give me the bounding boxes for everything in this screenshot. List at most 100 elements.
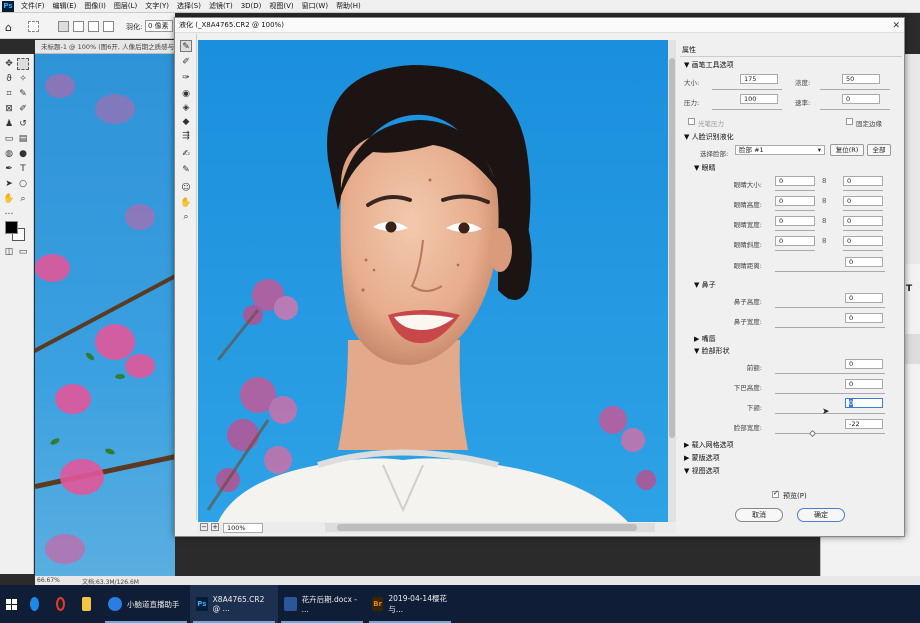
eye-right-input[interactable]: 0 [843,216,883,226]
eye-right-slider[interactable] [843,210,883,211]
crop-tool-icon[interactable]: ⌗ [3,88,15,100]
brush-rate-slider[interactable] [820,109,890,110]
start-button[interactable] [0,585,24,623]
brush-size-slider[interactable] [712,89,782,90]
lasso-tool-icon[interactable]: ϑ [3,73,15,85]
view-section-toggle[interactable]: ▼ 视图选项 [684,466,720,476]
menu-help[interactable]: 帮助(H) [332,1,365,11]
zoom-tool-icon[interactable]: ⌕ [17,193,29,205]
forward-warp-icon[interactable]: ✎ [180,40,192,52]
eye-left-input[interactable]: 0 [775,236,815,246]
document-canvas[interactable] [35,54,175,576]
home-icon[interactable]: ⌂ [5,21,12,34]
chin-height-slider[interactable] [775,393,885,394]
brush-density-input[interactable]: 50 [842,74,880,84]
screen-mode-icon[interactable]: ▭ [17,246,29,258]
eye-right-slider[interactable] [843,250,883,251]
taskbar-photoshop[interactable]: Ps X8A4765.CR2 @ ... [190,585,278,623]
eye-left-slider[interactable] [775,190,815,191]
pen-tool-icon[interactable]: ✒ [3,163,15,175]
cancel-button[interactable]: 取消 [735,508,783,522]
frame-tool-icon[interactable]: ⊠ [3,103,15,115]
face-width-slider[interactable] [775,433,885,434]
nose-height-slider[interactable] [775,307,885,308]
nose-height-input[interactable]: 0 [845,293,883,303]
face-width-knob[interactable] [808,429,817,438]
taskbar-edge[interactable] [24,585,50,623]
subtract-selection-icon[interactable] [88,21,99,32]
forehead-slider[interactable] [775,373,885,374]
eyedropper-icon[interactable]: ✎ [17,88,29,100]
foreground-color-swatch[interactable] [5,221,18,234]
gradient-tool-icon[interactable]: ▤ [17,133,29,145]
stylus-pressure-checkbox[interactable] [688,118,695,125]
path-select-icon[interactable]: ➤ [3,178,15,190]
menu-3d[interactable]: 3D(D) [237,2,266,10]
menu-filter[interactable]: 滤镜(T) [205,1,237,11]
face-width-input[interactable]: -22 [845,419,883,429]
load-mesh-section-toggle[interactable]: ▶ 载入网格选项 [684,440,734,450]
taskbar-live-assistant[interactable]: 小脑道直播助手 [102,585,190,623]
link-icon[interactable]: 8 [822,237,826,245]
face-tool-icon[interactable]: ☺ [180,182,192,194]
hand-tool-icon[interactable]: ✋ [3,193,15,205]
shape-tool-icon[interactable]: ○ [17,178,29,190]
brush-size-input[interactable]: 175 [740,74,778,84]
taskbar-word[interactable]: 花卉后期.docx - ... [278,585,366,623]
eye-right-input[interactable]: 0 [843,196,883,206]
menu-image[interactable]: 图像(I) [80,1,110,11]
eye-right-input[interactable]: 0 [843,236,883,246]
menu-layer[interactable]: 图层(L) [110,1,141,11]
pucker-tool-icon[interactable]: ◈ [180,102,192,114]
eye-right-slider[interactable] [843,230,883,231]
pin-edges-checkbox[interactable] [846,118,853,125]
brush-density-slider[interactable] [820,89,890,90]
preview-vertical-scrollbar[interactable] [668,40,676,522]
taskbar-bridge[interactable]: Br 2019-04-14樱花与... [366,585,454,623]
brush-tool-icon[interactable]: ✐ [17,103,29,115]
eye-distance-slider[interactable] [775,271,885,272]
history-brush-icon[interactable]: ↺ [17,118,29,130]
taskbar-qq[interactable] [50,585,76,623]
taskbar-explorer[interactable] [76,585,102,623]
face-aware-section-toggle[interactable]: ▼ 人脸识别液化 [684,132,734,142]
push-left-icon[interactable]: ⇶ [180,130,192,142]
preview-horizontal-scrollbar[interactable] [325,523,655,532]
new-selection-icon[interactable] [58,21,69,32]
mask-section-toggle[interactable]: ▶ 蒙版选项 [684,453,720,463]
mouth-section-toggle[interactable]: ▶ 嘴唇 [694,334,716,344]
eye-left-slider[interactable] [775,210,815,211]
blur-tool-icon[interactable]: ◍ [3,148,15,160]
stamp-tool-icon[interactable]: ♟ [3,118,15,130]
zoom-out-icon[interactable]: − [200,523,208,531]
menu-window[interactable]: 窗口(W) [298,1,332,11]
link-icon[interactable]: 8 [822,217,826,225]
eye-left-slider[interactable] [775,230,815,231]
menu-select[interactable]: 选择(S) [173,1,205,11]
eye-distance-input[interactable]: 0 [845,257,883,267]
brush-pressure-input[interactable]: 100 [740,94,778,104]
eyes-section-toggle[interactable]: ▼ 眼睛 [694,163,716,173]
add-selection-icon[interactable] [73,21,84,32]
type-layer-icon[interactable]: T [906,284,912,294]
all-button[interactable]: 全部 [867,144,891,156]
brush-section-toggle[interactable]: ▼ 画笔工具选项 [684,60,734,70]
more-tools-icon[interactable]: … [3,206,15,218]
link-icon[interactable]: 8 [822,197,826,205]
link-icon[interactable]: 8 [822,177,826,185]
menu-view[interactable]: 视图(V) [265,1,297,11]
smooth-tool-icon[interactable]: ✑ [180,72,192,84]
reset-button[interactable]: 复位(R) [830,144,864,156]
intersect-selection-icon[interactable] [103,21,114,32]
feather-input[interactable]: 0 像素 [145,20,173,32]
ok-button[interactable]: 确定 [797,508,845,522]
document-tab[interactable]: 未标题-1 @ 100% (图6开, 人像后期之质感与... [35,40,175,54]
zoom-in-icon[interactable]: + [211,523,219,531]
eye-right-input[interactable]: 0 [843,176,883,186]
close-icon[interactable]: ✕ [892,19,900,34]
brush-rate-input[interactable]: 0 [842,94,880,104]
eye-right-slider[interactable] [843,190,883,191]
bloat-tool-icon[interactable]: ◆ [180,116,192,128]
twirl-tool-icon[interactable]: ◉ [180,88,192,100]
nose-section-toggle[interactable]: ▼ 鼻子 [694,280,716,290]
